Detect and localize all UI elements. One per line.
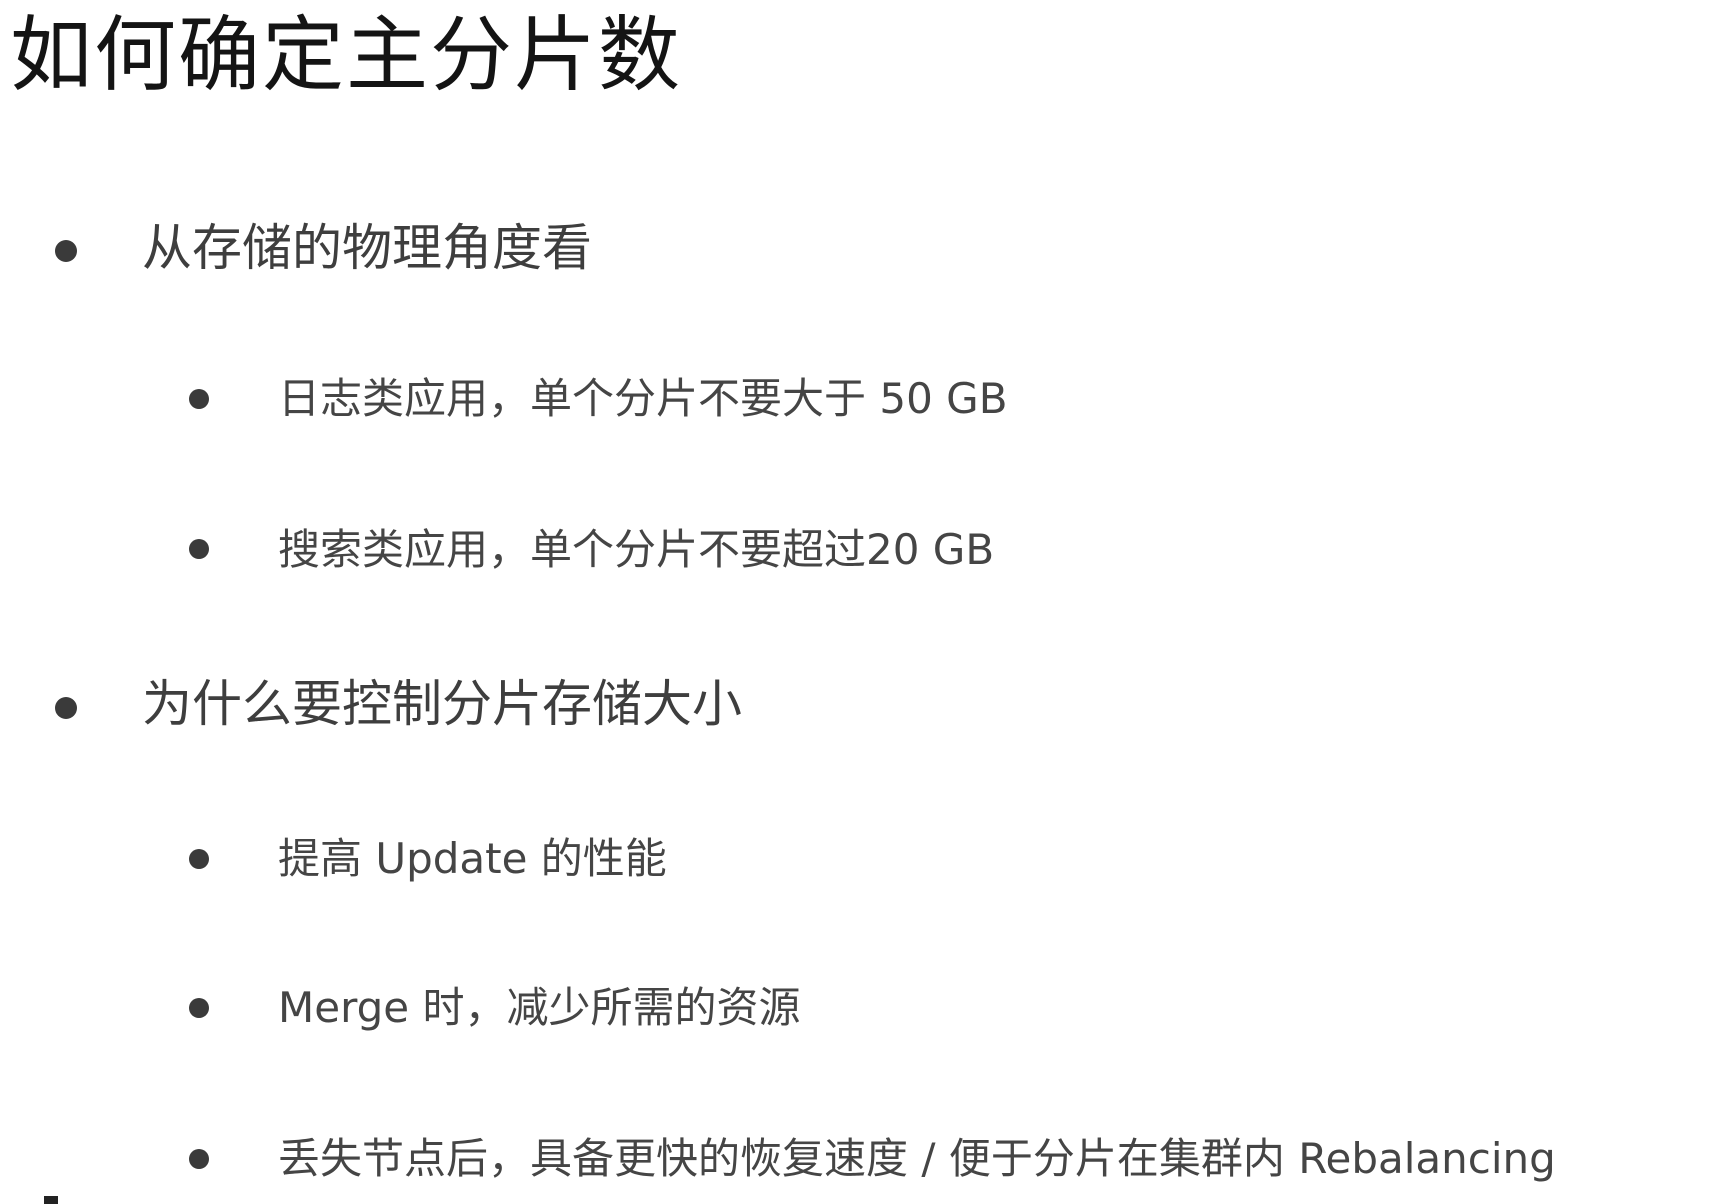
bullet-dot-icon bbox=[189, 1149, 209, 1169]
bullet-dot-icon bbox=[189, 998, 209, 1018]
bullet-text: 为什么要控制分片存储大小 bbox=[142, 675, 742, 733]
cursor-mark bbox=[44, 1196, 58, 1204]
slide: 如何确定主分片数 从存储的物理角度看 日志类应用，单个分片不要大于 50 GB … bbox=[0, 0, 1734, 1204]
bullet-text: 丢失节点后，具备更快的恢复速度 / 便于分片在集群内 Rebalancing bbox=[278, 1134, 1556, 1183]
bullet-text: 搜索类应用，单个分片不要超过20 GB bbox=[278, 525, 995, 574]
bullet-text: 日志类应用，单个分片不要大于 50 GB bbox=[278, 374, 1008, 423]
bullet-text: 从存储的物理角度看 bbox=[142, 219, 592, 277]
bullet-dot-icon bbox=[189, 539, 209, 559]
bullet-dot-icon bbox=[55, 697, 77, 719]
bullet-text: 提高 Update 的性能 bbox=[278, 834, 667, 883]
bullet-dot-icon bbox=[189, 849, 209, 869]
bullet-dot-icon bbox=[55, 240, 77, 262]
bullet-text: Merge 时，减少所需的资源 bbox=[278, 983, 801, 1032]
slide-title: 如何确定主分片数 bbox=[10, 8, 683, 103]
bullet-dot-icon bbox=[189, 389, 209, 409]
